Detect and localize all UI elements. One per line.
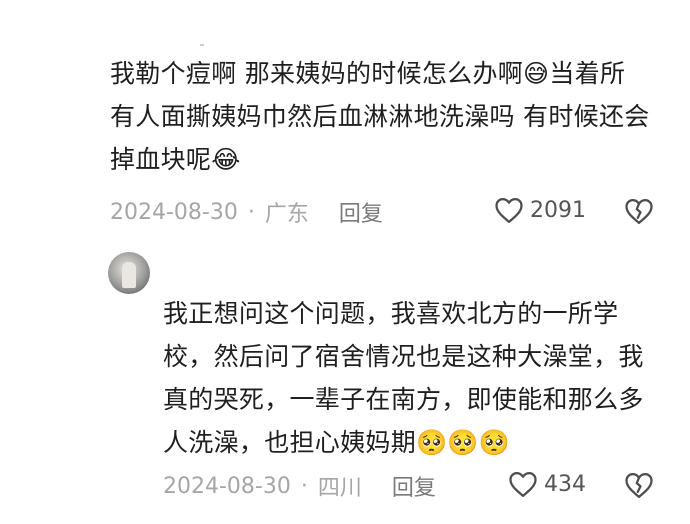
comment-1-like-count: 2091 [530, 197, 586, 223]
comment-2-date: 2024-08-30 [163, 473, 291, 499]
comment-1-dislike-button[interactable] [624, 197, 654, 229]
decorative-dot [200, 44, 204, 46]
comment-2-like-button[interactable]: 434 [508, 470, 586, 498]
comment-2-dislike-button[interactable] [624, 471, 654, 503]
broken-heart-icon [625, 199, 653, 224]
heart-outline-icon [495, 198, 523, 223]
comment-1-separator: · [247, 199, 255, 225]
comment-1-date: 2024-08-30 [110, 199, 238, 225]
comment-2-separator: · [300, 473, 308, 499]
comment-1-reply-button[interactable]: 回复 [339, 196, 383, 228]
comment-2-text: 我正想问这个问题，我喜欢北方的一所学校，然后问了宿舍情况也是这种大澡堂，我真的哭… [163, 299, 644, 457]
broken-heart-icon [625, 473, 653, 498]
comment-1-location: 广东 [264, 202, 309, 227]
reply-avatar[interactable] [108, 252, 150, 294]
comment-2-meta: 2024-08-30 · 四川 回复 [163, 470, 436, 502]
comment-2-like-count: 434 [544, 471, 586, 497]
comment-2-location: 四川 [317, 476, 362, 501]
comment-1-like-button[interactable]: 2091 [494, 196, 586, 224]
comment-2-reply-button[interactable]: 回复 [392, 470, 436, 502]
heart-outline-icon [509, 472, 537, 497]
comment-1-text: 我勒个痘啊 那来姨妈的时候怎么办啊😅当着所有人面撕姨妈巾然后血淋淋地洗澡吗 有时… [110, 59, 650, 174]
comment-1-meta: 2024-08-30 · 广东 回复 [110, 196, 383, 228]
